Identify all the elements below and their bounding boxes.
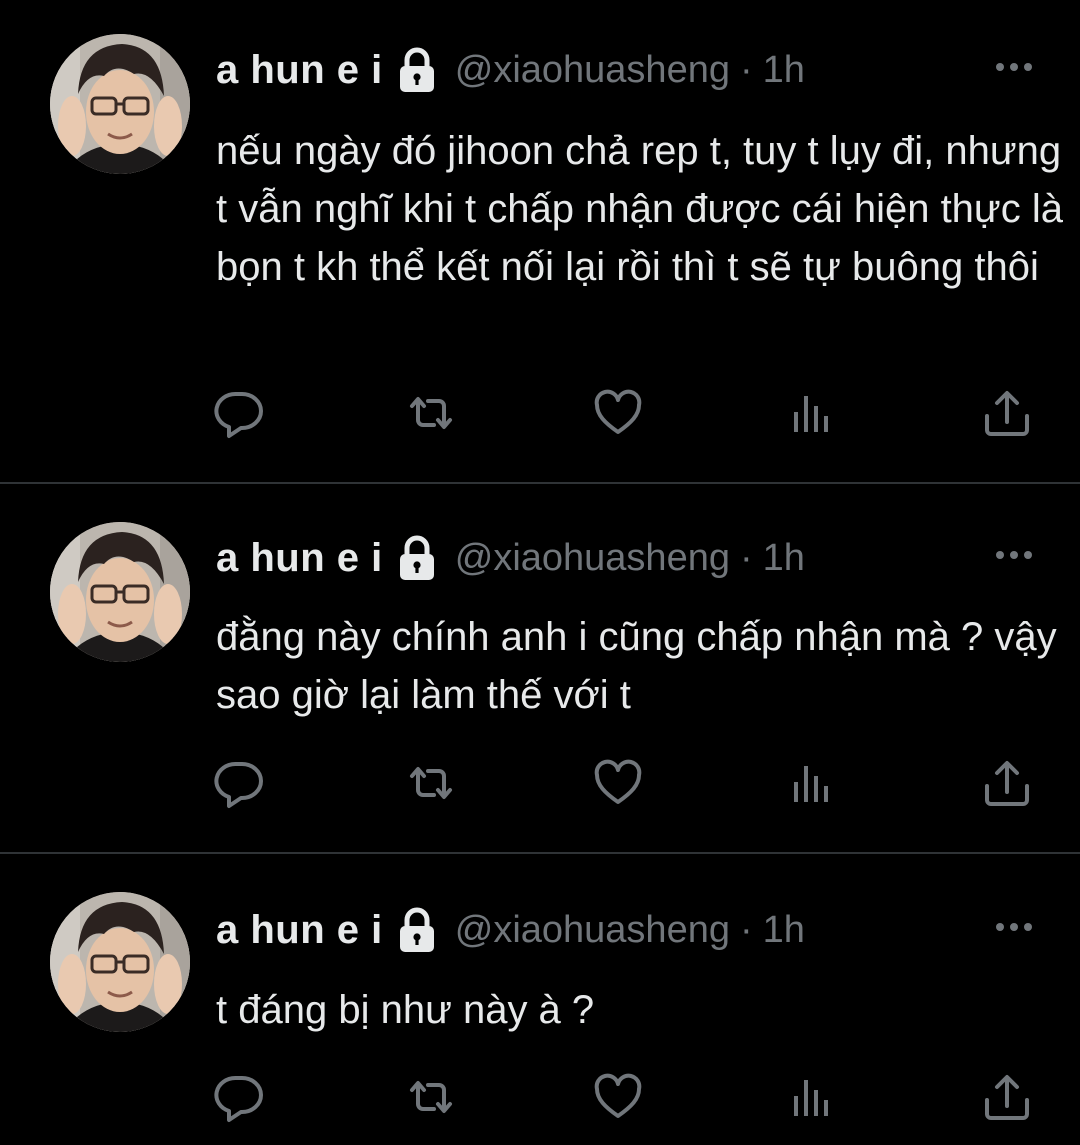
handle[interactable]: @xiaohuasheng (455, 909, 730, 952)
tweet-header: a hun e i @xiaohuasheng · 1h (216, 900, 805, 960)
separator-dot: · (739, 536, 753, 579)
reply-button[interactable] (212, 1070, 266, 1124)
display-name[interactable]: a hun e i (216, 536, 383, 581)
like-button[interactable] (591, 756, 645, 810)
reply-button[interactable] (212, 386, 266, 440)
share-button[interactable] (980, 386, 1034, 440)
reply-icon (212, 386, 266, 440)
views-button[interactable] (784, 386, 838, 440)
like-icon (591, 756, 645, 810)
avatar[interactable] (50, 522, 190, 662)
retweet-icon (404, 386, 458, 440)
separator-dot: · (739, 48, 753, 91)
retweet-icon (404, 1070, 458, 1124)
views-icon (784, 1070, 838, 1124)
display-name[interactable]: a hun e i (216, 48, 383, 93)
reply-icon (212, 756, 266, 810)
tweet[interactable]: a hun e i @xiaohuasheng · 1h t đáng bị n… (0, 854, 1080, 1145)
views-button[interactable] (784, 1070, 838, 1124)
display-name[interactable]: a hun e i (216, 908, 383, 953)
retweet-button[interactable] (404, 756, 458, 810)
separator-dot: · (739, 908, 753, 951)
share-button[interactable] (980, 756, 1034, 810)
retweet-icon (404, 756, 458, 810)
tweet-text: đằng này chính anh i cũng chấp nhận mà ?… (216, 615, 1057, 717)
tweet-text: t đáng bị như này à ? (216, 988, 595, 1032)
like-button[interactable] (591, 1070, 645, 1124)
like-button[interactable] (591, 386, 645, 440)
timeline: a hun e i @xiaohuasheng · 1h nếu ngày đó… (0, 0, 1080, 1145)
timestamp[interactable]: 1h (763, 49, 805, 92)
tweet-actions (0, 386, 1080, 440)
handle[interactable]: @xiaohuasheng (455, 537, 730, 580)
avatar[interactable] (50, 892, 190, 1032)
retweet-button[interactable] (404, 1070, 458, 1124)
like-icon (591, 386, 645, 440)
share-icon (980, 756, 1034, 810)
timestamp[interactable]: 1h (763, 537, 805, 580)
tweet[interactable]: a hun e i @xiaohuasheng · 1h đằng này ch… (0, 484, 1080, 854)
share-icon (980, 386, 1034, 440)
avatar[interactable] (50, 34, 190, 174)
share-button[interactable] (980, 1070, 1034, 1124)
tweet-header: a hun e i @xiaohuasheng · 1h (216, 40, 805, 100)
timestamp[interactable]: 1h (763, 909, 805, 952)
handle[interactable]: @xiaohuasheng (455, 49, 730, 92)
more-options-icon[interactable] (994, 60, 1034, 74)
more-options-icon[interactable] (994, 920, 1034, 934)
tweet-actions (0, 756, 1080, 810)
share-icon (980, 1070, 1034, 1124)
tweet-text: nếu ngày đó jihoon chả rep t, tuy t lụy … (216, 129, 1063, 289)
more-options-icon[interactable] (994, 548, 1034, 562)
retweet-button[interactable] (404, 386, 458, 440)
lock-icon (397, 907, 437, 953)
tweet[interactable]: a hun e i @xiaohuasheng · 1h nếu ngày đó… (0, 0, 1080, 484)
views-button[interactable] (784, 756, 838, 810)
like-icon (591, 1070, 645, 1124)
views-icon (784, 386, 838, 440)
lock-icon (397, 47, 437, 93)
lock-icon (397, 535, 437, 581)
reply-button[interactable] (212, 756, 266, 810)
tweet-header: a hun e i @xiaohuasheng · 1h (216, 528, 805, 588)
reply-icon (212, 1070, 266, 1124)
tweet-actions (0, 1070, 1080, 1124)
views-icon (784, 756, 838, 810)
